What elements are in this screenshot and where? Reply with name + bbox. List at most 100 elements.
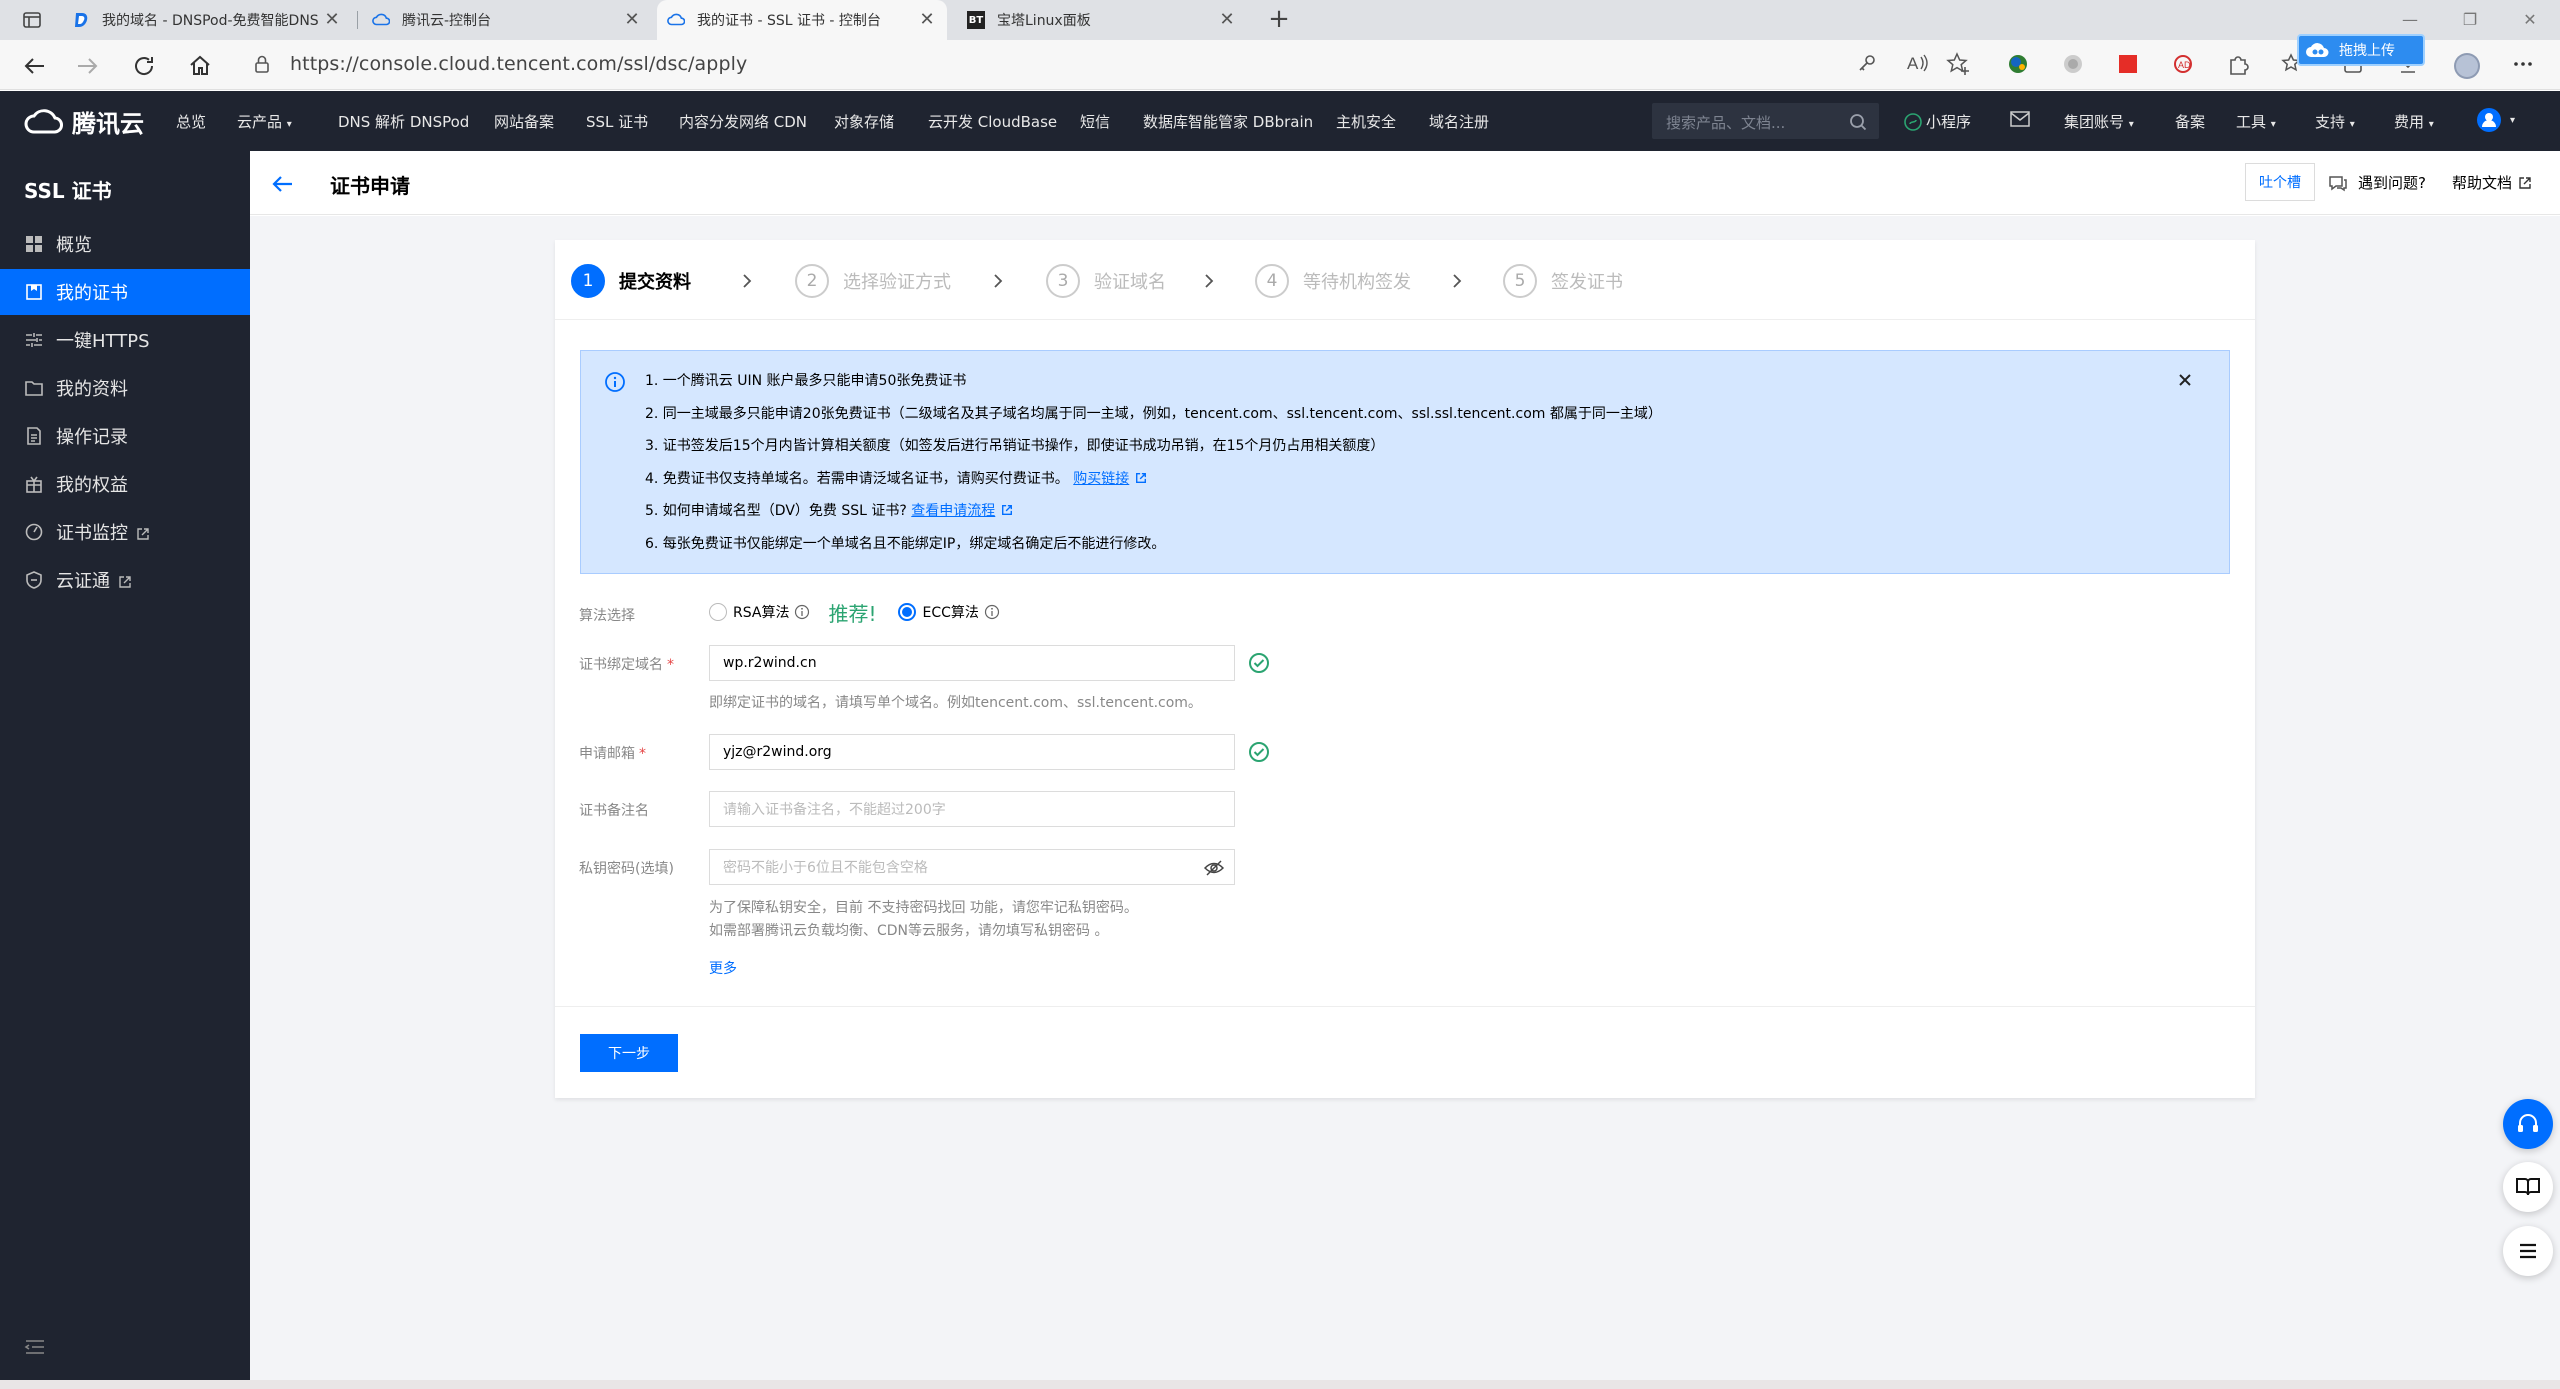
forward-icon[interactable] [72,50,104,82]
domain-input[interactable]: wp.r2wind.cn [709,645,1235,681]
nav-ssl[interactable]: SSL 证书 [586,111,648,132]
notice-line: 6. 每张免费证书仅能绑定一个单域名且不能绑定IP，绑定域名确定后不能进行修改。 [645,536,1166,552]
nav-miniprogram[interactable]: 小程序 [1904,111,1971,132]
lock-icon[interactable] [250,52,278,80]
nav-cos[interactable]: 对象存储 [834,111,894,132]
profile-avatar[interactable] [2452,51,2480,79]
nav-cloudbase[interactable]: 云开发 CloudBase [928,111,1057,132]
drag-upload-badge[interactable]: 拖拽上传 [2297,34,2425,66]
apply-flow-link[interactable]: 查看申请流程 [911,503,995,519]
folder-icon [24,378,44,398]
nav-tools[interactable]: 工具 ▾ [2236,111,2276,132]
nav-sms[interactable]: 短信 [1080,111,1110,132]
menu-float-button[interactable] [2503,1226,2553,1276]
extension-globe-icon[interactable] [2005,51,2033,79]
sidebar-item-my-certs[interactable]: 我的证书 [0,269,250,315]
nav-overview[interactable]: 总览 [176,111,206,132]
notice-line: 5. 如何申请域名型（DV）免费 SSL 证书? 查看申请流程 [645,500,1013,520]
browser-menu-icon[interactable] [2510,51,2538,79]
rsa-radio[interactable] [709,603,727,621]
external-link-icon [136,525,150,540]
nav-products[interactable]: 云产品 ▾ [237,111,292,132]
tab-close-icon[interactable]: ✕ [1217,10,1237,30]
mail-icon[interactable] [2010,111,2030,131]
chevron-right-icon [1450,272,1464,290]
external-link-icon [1136,473,1147,483]
window-menu-icon[interactable] [22,10,42,30]
domain-label: 证书绑定域名 * [579,657,674,673]
back-icon[interactable] [18,50,50,82]
sidebar-item-my-benefits[interactable]: 我的权益 [0,461,250,507]
tencent-cloud-logo[interactable]: 腾讯云 [24,104,144,139]
chevron-down-icon: ▾ [2428,119,2434,130]
restore-icon[interactable]: ❐ [2450,6,2490,34]
password-input[interactable]: 密码不能小于6位且不能包含空格 [709,849,1235,885]
sidebar-item-operation-log[interactable]: 操作记录 [0,413,250,459]
sidebar-item-one-click-https[interactable]: 一键HTTPS [0,317,250,363]
url-text[interactable]: https://console.cloud.tencent.com/ssl/ds… [290,53,747,75]
browser-tab[interactable]: 我的域名 - DNSPod-免费智能DNS ✕ [62,0,352,40]
browser-tab-active[interactable]: 我的证书 - SSL 证书 - 控制台 ✕ [657,0,947,40]
nav-host-security[interactable]: 主机安全 [1336,111,1396,132]
chevron-right-icon [1202,272,1216,290]
sidebar-item-overview[interactable]: 概览 [0,221,250,267]
email-input[interactable]: yjz@r2wind.org [709,734,1235,770]
feedback-button[interactable]: 吐个槽 [2245,163,2315,201]
more-link[interactable]: 更多 [709,958,737,978]
home-icon[interactable] [184,50,216,82]
nav-billing[interactable]: 费用 ▾ [2394,111,2434,132]
help-docs-link[interactable]: 帮助文档 [2452,172,2532,193]
tab-close-icon[interactable]: ✕ [917,10,937,30]
nav-beian[interactable]: 备案 [2175,111,2205,132]
read-aloud-icon[interactable]: A [1905,51,1933,79]
nav-support[interactable]: 支持 ▾ [2315,111,2355,132]
back-arrow-icon[interactable] [270,171,296,197]
nav-dbbrain[interactable]: 数据库智能管家 DBbrain [1143,111,1313,132]
upload-cloud-icon [2306,43,2329,57]
user-avatar[interactable]: ▾ [2476,107,2515,133]
key-icon[interactable] [1855,51,1883,79]
book-icon [2516,1178,2540,1196]
step-indicator: 1 提交资料 2 选择验证方式 3 验证域名 4 等待机构签发 5 签发证书 [555,240,2255,320]
remark-input[interactable]: 请输入证书备注名，不能超过200字 [709,791,1235,827]
step-1: 1 提交资料 [571,264,691,298]
sidebar-item-my-info[interactable]: 我的资料 [0,365,250,411]
sidebar-item-cert-monitor[interactable]: 证书监控 [0,509,250,555]
tab-close-icon[interactable]: ✕ [622,10,642,30]
email-label: 申请邮箱 * [579,746,646,762]
customer-service-button[interactable] [2503,1099,2553,1149]
step-3: 3 验证域名 [1046,264,1166,298]
close-window-icon[interactable]: ✕ [2510,6,2550,34]
nav-domain[interactable]: 域名注册 [1429,111,1489,132]
nav-cdn[interactable]: 内容分发网络 CDN [679,111,807,132]
next-step-button[interactable]: 下一步 [580,1034,678,1072]
minimize-icon[interactable]: — [2390,6,2430,34]
collapse-sidebar-icon[interactable] [24,1336,46,1358]
domain-hint: 即绑定证书的域名，请填写单个域名。例如tencent.com、ssl.tence… [709,695,1202,711]
nav-dnspod[interactable]: DNS 解析 DNSPod [338,111,469,132]
console-search-input[interactable]: 搜索产品、文档... [1652,103,1879,139]
browser-tab[interactable]: BT 宝塔Linux面板 ✕ [957,0,1247,40]
buy-link[interactable]: 购买链接 [1073,471,1129,487]
close-icon[interactable] [2175,370,2195,390]
extension-red-icon[interactable] [2115,51,2143,79]
refresh-icon[interactable] [128,50,160,82]
extensions-puzzle-icon[interactable] [2225,51,2253,79]
help-question-link[interactable]: 遇到问题? [2328,172,2426,193]
new-tab-button[interactable]: + [1265,6,1293,34]
extension-grey-icon[interactable] [2060,51,2088,79]
svg-text:AD: AD [2178,60,2191,70]
content-area: 1 提交资料 2 选择验证方式 3 验证域名 4 等待机构签发 5 签发证书 1. 一个腾… [250,216,2560,1380]
nav-group-account[interactable]: 集团账号 ▾ [2064,111,2134,132]
docs-float-button[interactable] [2503,1162,2553,1212]
ecc-radio[interactable] [898,603,917,621]
tab-close-icon[interactable]: ✕ [322,10,342,30]
adblock-icon[interactable]: AD [2170,51,2198,79]
browser-tab[interactable]: 腾讯云-控制台 ✕ [362,0,652,40]
notice-line: 3. 证书签发后15个月内皆计算相关额度（如签发后进行吊销证书操作，即使证书成功… [645,438,1385,454]
tencent-cloud-logo-icon [24,108,63,133]
nav-icp[interactable]: 网站备案 [494,111,554,132]
info-icon [604,371,626,393]
sidebar-item-cloud-cert-pass[interactable]: 云证通 [0,557,250,603]
favorite-add-icon[interactable] [1945,51,1973,79]
